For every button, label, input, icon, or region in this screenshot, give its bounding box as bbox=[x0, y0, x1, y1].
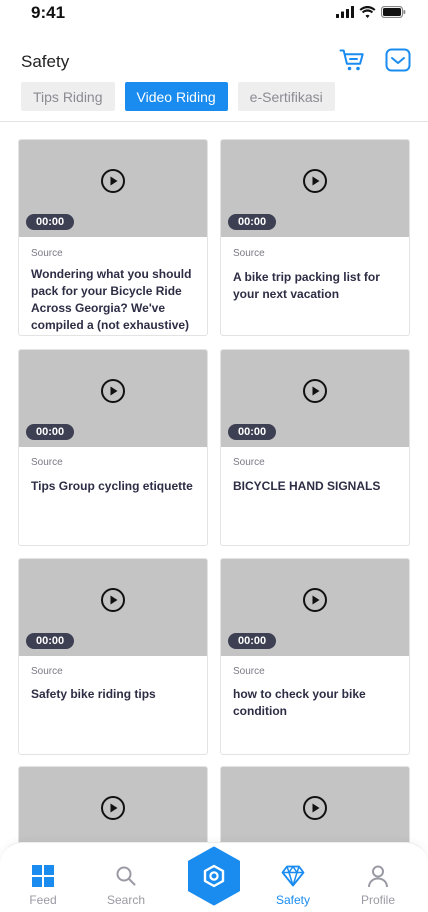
play-icon[interactable] bbox=[303, 379, 328, 404]
status-icons bbox=[336, 6, 406, 18]
card-title: Wondering what you should pack for your … bbox=[31, 267, 192, 332]
card-source: Source bbox=[31, 248, 63, 259]
video-thumbnail: 00:00 bbox=[221, 559, 409, 656]
inbox-icon bbox=[385, 48, 411, 72]
duration-badge: 00:00 bbox=[26, 633, 75, 649]
grid-icon bbox=[32, 865, 54, 887]
nav-item-search[interactable]: Search bbox=[94, 843, 158, 912]
nav-item-feed[interactable]: Feed bbox=[11, 843, 75, 912]
diamond-icon bbox=[281, 865, 305, 887]
hexagon-center-icon bbox=[188, 846, 240, 906]
duration-badge: 00:00 bbox=[228, 633, 277, 649]
video-thumbnail: 00:00 bbox=[19, 350, 207, 447]
card-source: Source bbox=[233, 248, 265, 259]
search-icon bbox=[116, 866, 136, 886]
tab-e-sertifikasi[interactable]: e-Sertifikasi bbox=[237, 82, 335, 111]
tab-video-riding[interactable]: Video Riding bbox=[124, 82, 228, 111]
video-thumbnail: 00:00 bbox=[19, 140, 207, 237]
video-card[interactable] bbox=[18, 766, 208, 846]
signal-icon bbox=[336, 6, 354, 18]
play-icon[interactable] bbox=[101, 588, 126, 613]
cart-icon bbox=[339, 49, 364, 71]
card-title: how to check your bike condition bbox=[233, 687, 366, 718]
divider bbox=[0, 121, 428, 122]
video-card[interactable]: 00:00 Source Safety bike riding tips bbox=[18, 558, 208, 755]
video-card[interactable]: 00:00 Source Wondering what you should p… bbox=[18, 139, 208, 336]
center-action-button[interactable] bbox=[187, 846, 241, 906]
nav-item-profile[interactable]: Profile bbox=[346, 843, 410, 912]
card-title: BICYCLE HAND SIGNALS bbox=[233, 479, 381, 493]
play-icon[interactable] bbox=[303, 796, 328, 821]
play-icon[interactable] bbox=[101, 796, 126, 821]
tab-tips-riding[interactable]: Tips Riding bbox=[21, 82, 115, 111]
duration-badge: 00:00 bbox=[228, 214, 277, 230]
play-icon[interactable] bbox=[303, 588, 328, 613]
person-icon bbox=[368, 865, 388, 888]
play-icon[interactable] bbox=[101, 379, 126, 404]
inbox-button[interactable] bbox=[385, 47, 411, 73]
video-card[interactable]: 00:00 Source how to check your bike cond… bbox=[220, 558, 410, 755]
video-thumbnail bbox=[221, 767, 409, 846]
nav-label: Search bbox=[106, 893, 146, 907]
video-thumbnail: 00:00 bbox=[19, 559, 207, 656]
duration-badge: 00:00 bbox=[26, 424, 75, 440]
video-thumbnail: 00:00 bbox=[221, 140, 409, 237]
card-source: Source bbox=[233, 457, 265, 468]
nav-item-safety[interactable]: Safety bbox=[261, 843, 325, 912]
nav-label: Profile bbox=[360, 893, 395, 907]
card-source: Source bbox=[233, 666, 265, 677]
play-icon[interactable] bbox=[303, 169, 328, 194]
video-card[interactable]: 00:00 Source BICYCLE HAND SIGNALS bbox=[220, 349, 410, 546]
card-source: Source bbox=[31, 666, 63, 677]
video-card[interactable]: 00:00 Source Tips Group cycling etiquett… bbox=[18, 349, 208, 546]
header: Safety bbox=[0, 44, 428, 78]
page-title: Safety bbox=[21, 52, 70, 71]
card-title: Safety bike riding tips bbox=[31, 687, 156, 701]
tab-bar: Tips Riding Video Riding e-Sertifikasi bbox=[21, 82, 335, 111]
status-time: 9:41 bbox=[31, 3, 66, 22]
app-screen: 9:41 Safety Tips Riding Video Riding e-S… bbox=[0, 0, 428, 912]
play-icon[interactable] bbox=[101, 169, 126, 194]
card-title: A bike trip packing list for your next v… bbox=[233, 270, 380, 301]
video-card[interactable] bbox=[220, 766, 410, 846]
card-source: Source bbox=[31, 457, 63, 468]
video-thumbnail: 00:00 bbox=[221, 350, 409, 447]
video-thumbnail bbox=[19, 767, 207, 846]
card-title: Tips Group cycling etiquette bbox=[31, 479, 193, 493]
duration-badge: 00:00 bbox=[26, 214, 75, 230]
battery-icon bbox=[381, 6, 406, 18]
duration-badge: 00:00 bbox=[228, 424, 277, 440]
cart-button[interactable] bbox=[339, 47, 365, 73]
video-card[interactable]: 00:00 Source A bike trip packing list fo… bbox=[220, 139, 410, 336]
nav-label: Safety bbox=[275, 893, 311, 907]
wifi-icon bbox=[359, 6, 376, 18]
status-bar: 9:41 bbox=[0, 0, 428, 28]
nav-label: Feed bbox=[29, 893, 57, 907]
